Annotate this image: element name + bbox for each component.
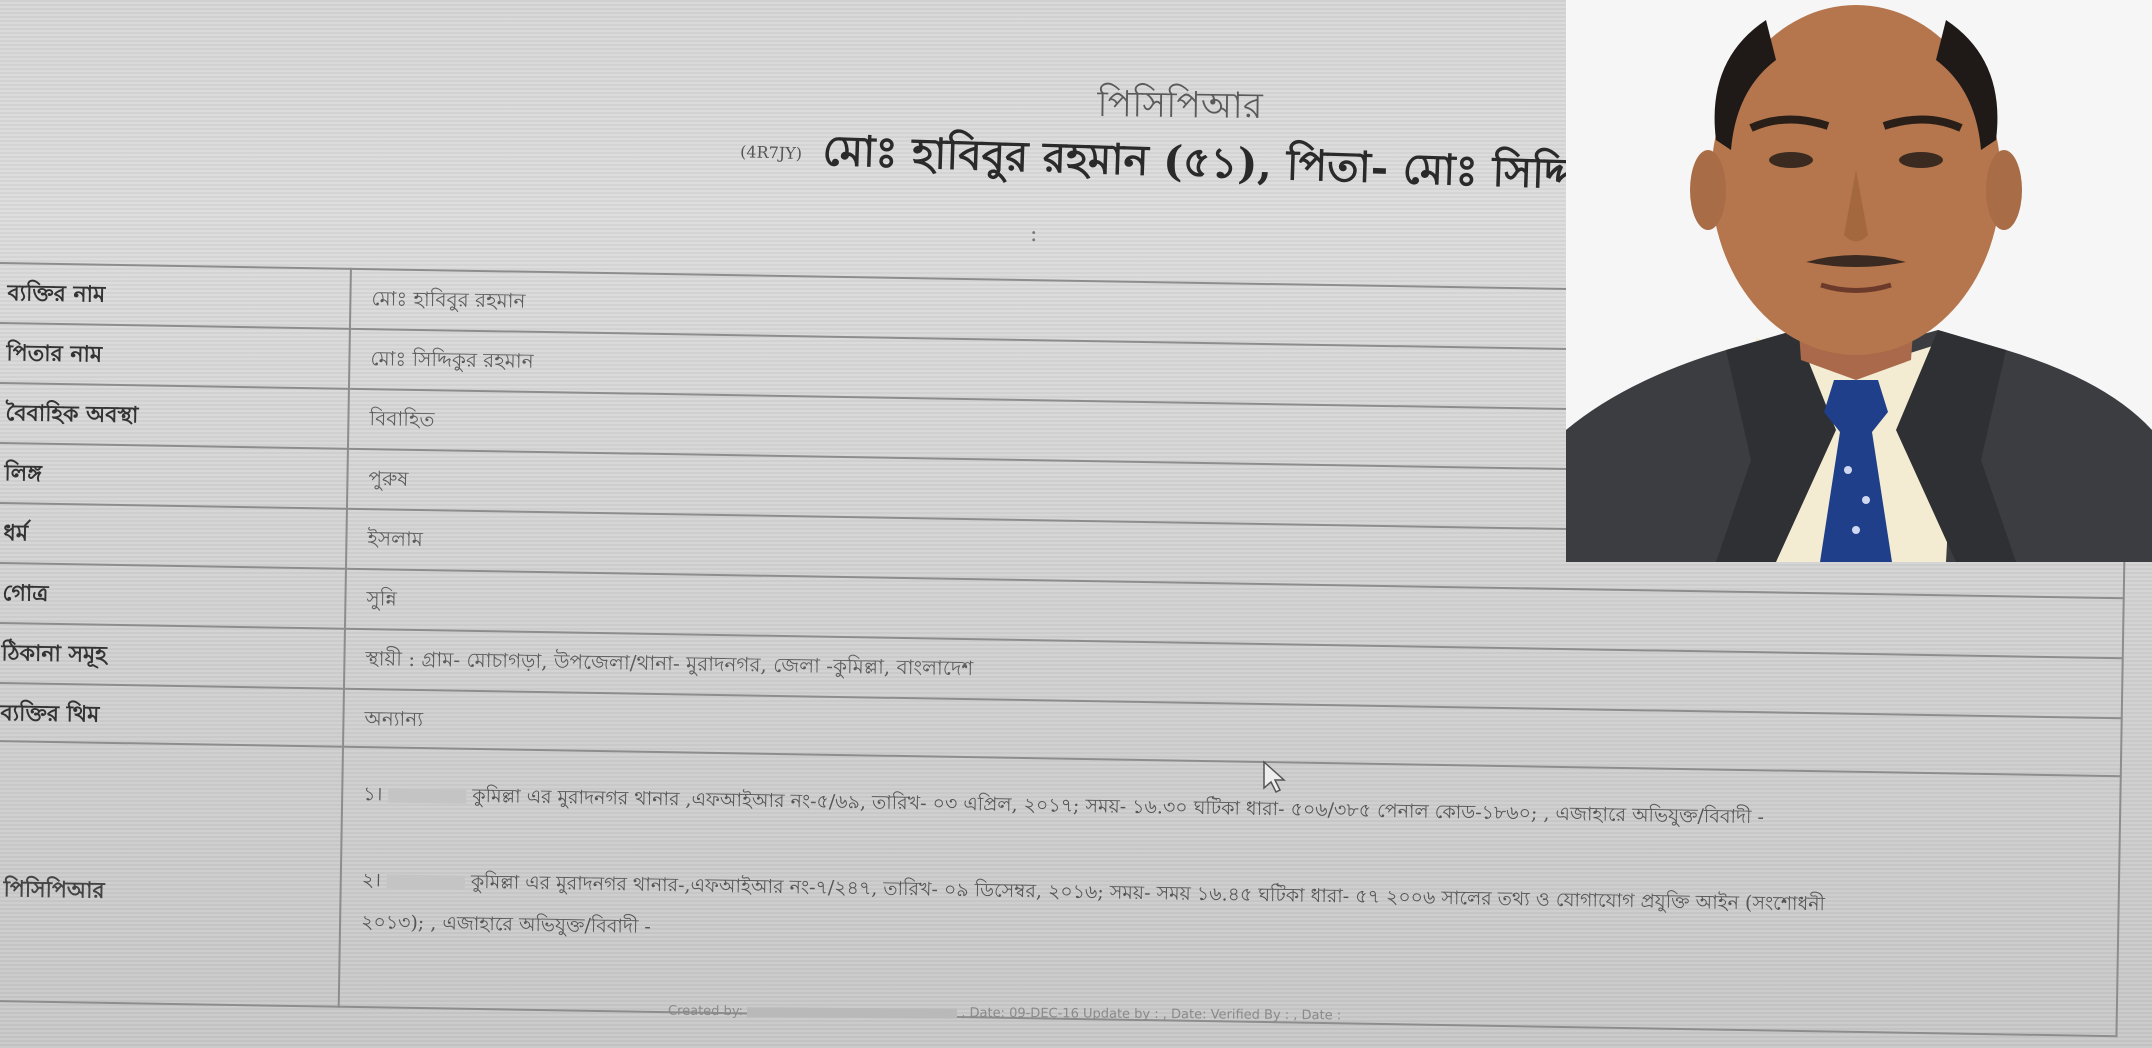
pcpr-item-number: ২। — [361, 869, 382, 892]
row-value: অন্যান্য — [364, 706, 424, 732]
row-value: মোঃ হাবিবুর রহমান — [371, 286, 526, 313]
redacted-text — [747, 1006, 958, 1019]
row-value: স্থায়ী : গ্রাম- মোচাগড়া, উপজেলা/থানা- … — [365, 646, 974, 681]
row-label: ঠিকানা সমূহ — [1, 640, 108, 668]
row-label: ধর্ম — [3, 520, 29, 547]
footer-dates: , Date: 09-DEC-16 Update by : , Date: Ve… — [961, 1005, 1342, 1024]
row-label: পিতার নাম — [6, 340, 103, 368]
row-value: ইসলাম — [367, 526, 424, 552]
row-label: বৈবাহিক অবস্থা — [5, 400, 139, 429]
row-label: ব্যক্তির নাম — [7, 280, 106, 308]
row-value: পুরুষ — [368, 466, 409, 491]
pcpr-label: পিসিপিআর — [3, 876, 105, 904]
document-title: (4R7JY) মোঃ হাবিবুর রহমান (৫১), পিতা- মো… — [739, 115, 1749, 212]
mouse-cursor-icon — [1263, 760, 1286, 794]
redacted-text — [386, 874, 466, 890]
footer-created-by: Created by: — [667, 1003, 744, 1020]
pcpr-item-2-continued: ২০১৩); , এজাহারে অভিযুক্ত/বিবাদী - — [360, 911, 651, 938]
portrait-image — [1566, 0, 2152, 562]
row-value: সুন্নি — [366, 586, 398, 611]
row-label: ব্যক্তির থিম — [0, 700, 100, 728]
row-value: বিবাহিত — [369, 406, 435, 432]
row-value: মোঃ সিদ্দিকুর রহমান — [370, 346, 534, 373]
redacted-text — [388, 788, 467, 804]
pcpr-item-number: ১। — [363, 783, 383, 806]
portrait-photo — [1566, 0, 2152, 562]
document-page: পিসিপিআর (4R7JY) মোঃ হাবিবুর রহমান (৫১),… — [0, 0, 2152, 1048]
decorative-dot: : — [1030, 222, 1038, 247]
row-label: গোত্র — [2, 580, 49, 607]
title-code: (4R7JY) — [739, 141, 803, 163]
row-label: লিঙ্গ — [4, 460, 42, 487]
